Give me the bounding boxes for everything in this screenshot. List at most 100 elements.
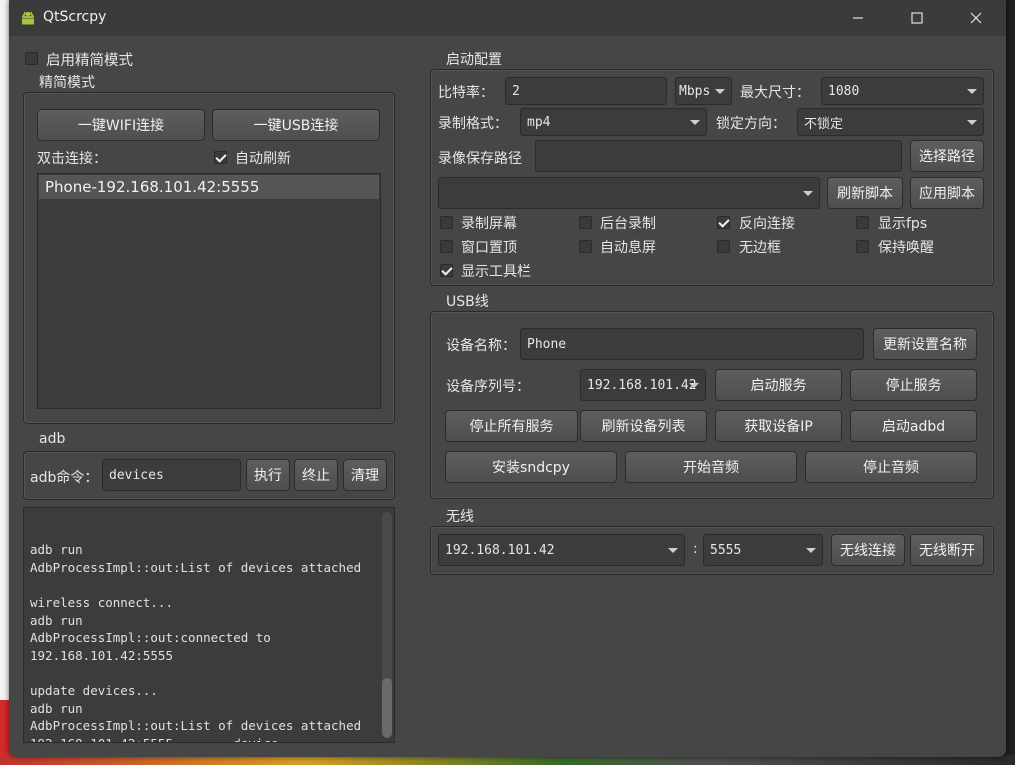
auto-refresh-checkbox[interactable] [214,151,227,164]
log-scrollbar-thumb[interactable] [382,678,392,738]
record-path-input[interactable] [535,140,902,172]
lock-orientation-label: 锁定方向： [716,116,786,132]
chevron-down-icon [715,89,725,94]
wireless-port-select[interactable]: 5555 [703,534,823,566]
serial-label: 设备序列号： [446,379,530,395]
android-icon [22,11,34,25]
bitrate-label: 比特率： [438,85,494,101]
adb-clear-button[interactable]: 清理 [343,459,387,491]
wireless-group-title: 无线 [446,509,474,525]
script-select[interactable] [438,177,820,209]
adb-terminate-button[interactable]: 终止 [294,459,338,491]
get-device-ip-button[interactable]: 获取设备IP [715,410,842,442]
refresh-script-button[interactable]: 刷新脚本 [827,177,903,209]
max-size-select[interactable]: 1080 [821,77,984,105]
show-fps-label: 显示fps [878,216,928,232]
enable-simple-mode-checkbox[interactable] [25,52,38,65]
stop-service-button[interactable]: 停止服务 [850,369,977,401]
record-screen-label: 录制屏幕 [461,216,517,232]
wireless-disconnect-button[interactable]: 无线断开 [910,534,984,566]
record-path-label: 录像保存路径 [438,151,522,167]
install-sndcpy-button[interactable]: 安装sndcpy [445,451,617,483]
adb-log-output[interactable]: adb run AdbProcessImpl::out:List of devi… [23,507,395,743]
max-size-value: 1080 [828,83,860,99]
window-title: QtScrcpy [43,9,107,25]
log-scrollbar[interactable] [382,512,392,738]
minimize-icon [853,17,863,19]
wireless-ip-select[interactable]: 192.168.101.42 [438,534,685,566]
window-on-top-checkbox[interactable] [440,240,453,253]
stop-audio-button[interactable]: 停止音频 [805,451,977,483]
adb-log-text: adb run AdbProcessImpl::out:List of devi… [30,542,362,742]
auto-screen-off-label: 自动息屏 [600,240,656,256]
reverse-connect-label: 反向连接 [739,216,795,232]
max-size-label: 最大尺寸： [740,85,810,101]
show-fps-checkbox[interactable] [856,216,869,229]
usb-group-title: USB线 [446,294,489,310]
maximize-button[interactable] [888,0,946,36]
adb-command-input[interactable]: devices [102,459,241,491]
frameless-label: 无边框 [739,240,781,256]
keep-awake-label: 保持唤醒 [878,240,934,256]
frameless-checkbox[interactable] [717,240,730,253]
bitrate-input[interactable]: 2 [505,77,667,105]
show-toolbar-label: 显示工具栏 [461,264,531,280]
wireless-connect-button[interactable]: 无线连接 [831,534,905,566]
background-record-checkbox[interactable] [579,216,592,229]
show-toolbar-checkbox[interactable] [440,264,453,277]
wireless-port-value: 5555 [710,542,742,558]
wifi-connect-button[interactable]: 一键WIFI连接 [37,109,205,141]
lock-orientation-select[interactable]: 不锁定 [797,108,984,136]
record-format-select[interactable]: mp4 [520,108,707,136]
device-list-item[interactable]: Phone-192.168.101.42:5555 [39,175,379,199]
usb-connect-button[interactable]: 一键USB连接 [212,109,380,141]
start-adbd-button[interactable]: 启动adbd [850,410,977,442]
refresh-device-list-button[interactable]: 刷新设备列表 [580,410,707,442]
start-service-button[interactable]: 启动服务 [715,369,842,401]
chevron-down-icon [690,120,700,125]
chevron-down-icon [967,120,977,125]
window-on-top-label: 窗口置顶 [461,240,517,256]
start-audio-button[interactable]: 开始音频 [625,451,797,483]
update-device-name-button[interactable]: 更新设置名称 [873,328,977,360]
device-name-label: 设备名称： [446,338,516,354]
chevron-down-icon [967,89,977,94]
enable-simple-mode-label: 启用精简模式 [46,53,133,69]
adb-command-label: adb命令： [30,470,99,486]
reverse-connect-checkbox[interactable] [717,216,730,229]
close-icon [970,12,982,24]
auto-refresh-label: 自动刷新 [235,151,291,167]
close-button[interactable] [947,0,1005,36]
lock-orientation-value: 不锁定 [804,116,844,132]
adb-group-title: adb [39,431,66,447]
serial-value: 192.168.101.42 [587,377,697,393]
device-list[interactable]: Phone-192.168.101.42:5555 [37,173,381,409]
device-name-input[interactable]: Phone [520,328,864,360]
keep-awake-checkbox[interactable] [856,240,869,253]
simple-mode-group-title: 精简模式 [39,75,95,91]
adb-execute-button[interactable]: 执行 [246,459,290,491]
serial-select[interactable]: 192.168.101.42 [580,369,706,401]
main-window: QtScrcpy 启用精简模式 精简模式 一键WIFI连接 一键USB连接 双击… [9,0,1006,757]
bitrate-unit-select[interactable]: Mbps [675,77,732,105]
record-format-value: mp4 [527,114,551,130]
chevron-down-icon [806,548,816,553]
chevron-down-icon [689,383,699,388]
chevron-down-icon [803,191,813,196]
background-record-label: 后台录制 [600,216,656,232]
maximize-icon [911,12,923,24]
chevron-down-icon [668,548,678,553]
minimize-button[interactable] [829,0,887,36]
record-format-label: 录制格式： [438,116,508,132]
apply-script-button[interactable]: 应用脚本 [910,177,984,209]
select-path-button[interactable]: 选择路径 [910,140,984,172]
title-bar[interactable]: QtScrcpy [9,0,1006,36]
auto-screen-off-checkbox[interactable] [579,240,592,253]
startup-group-title: 启动配置 [446,52,502,68]
stop-all-services-button[interactable]: 停止所有服务 [445,410,578,442]
wireless-ip-value: 192.168.101.42 [445,542,555,558]
double-click-label: 双击连接： [37,151,107,167]
bitrate-unit-value: Mbps [679,83,711,99]
record-screen-checkbox[interactable] [440,216,453,229]
ip-port-separator: : [693,541,698,557]
